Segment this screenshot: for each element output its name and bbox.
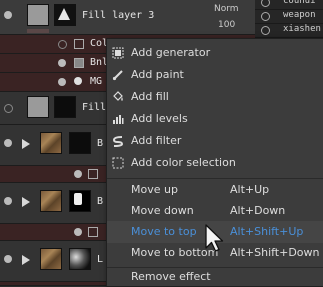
menu-item-label: Add fill <box>131 90 169 103</box>
layer-thumbnail <box>40 132 62 154</box>
menu-item-add-filter[interactable]: Add filter <box>107 130 323 152</box>
visibility-eye-icon[interactable] <box>4 104 13 113</box>
layer-mask-thumbnail[interactable] <box>54 96 76 118</box>
mouse-cursor-icon <box>205 224 224 252</box>
layer-mask-thumbnail[interactable] <box>69 248 91 270</box>
menu-item-add-fill[interactable]: Add fill <box>107 86 323 108</box>
menu-item-label: Add generator <box>131 46 211 59</box>
layer-name: L <box>97 254 104 265</box>
effect-visibility-icon[interactable] <box>74 170 82 178</box>
folder-expand-icon[interactable] <box>22 255 30 265</box>
layer-thumbnail <box>40 248 62 270</box>
folder-expand-icon[interactable] <box>22 139 30 149</box>
menu-item-label: Move to top <box>131 225 197 238</box>
opacity-value[interactable]: 100 <box>218 20 235 30</box>
menu-item-label: Add filter <box>131 134 182 147</box>
channel-radio-icon[interactable] <box>261 0 270 7</box>
menu-item-move-up[interactable]: Move up Alt+Up <box>107 179 323 201</box>
effect-thumbnail <box>74 58 84 68</box>
layer-mask-thumbnail[interactable] <box>54 4 76 26</box>
layer-mask-thumbnail[interactable] <box>69 190 91 212</box>
layer-thumbnail <box>27 96 49 118</box>
visibility-eye-icon[interactable] <box>4 11 12 19</box>
menu-item-shortcut: Alt+Shift+Up <box>230 225 304 238</box>
menu-item-add-paint[interactable]: Add paint <box>107 64 323 86</box>
menu-item-add-color-selection[interactable]: Add color selection <box>107 152 323 174</box>
effect-thumbnail <box>74 77 82 85</box>
menu-item-move-down[interactable]: Move down Alt+Down <box>107 200 323 222</box>
menu-item-label: Add color selection <box>131 156 236 169</box>
color-selection-icon <box>112 157 124 169</box>
visibility-eye-icon[interactable] <box>4 255 12 263</box>
bucket-icon <box>113 91 123 101</box>
layer-name: B <box>97 138 104 149</box>
effect-visibility-icon[interactable] <box>58 59 66 67</box>
effect-visibility-icon[interactable] <box>58 40 67 49</box>
effect-thumbnail <box>88 169 98 179</box>
menu-item-shortcut: Alt+Up <box>230 183 270 196</box>
menu-item-label: Add paint <box>131 68 184 81</box>
menu-item-label: Add levels <box>131 112 188 125</box>
layer-name: Fill layer 3 <box>82 10 155 21</box>
channel-row[interactable]: xiashen <box>255 24 323 38</box>
menu-item-label: Move down <box>131 204 194 217</box>
channel-label: xiashen <box>283 24 321 34</box>
menu-item-label: Move up <box>131 183 178 196</box>
brush-icon <box>112 70 123 81</box>
visibility-eye-icon[interactable] <box>4 139 12 147</box>
levels-icon <box>113 115 124 124</box>
menu-item-shortcut: Alt+Shift+Down <box>230 246 320 259</box>
channel-row[interactable]: weapon <box>255 10 323 24</box>
layer-thumbnail <box>27 4 49 26</box>
effect-visibility-icon[interactable] <box>58 78 66 86</box>
filter-icon <box>112 136 124 147</box>
layer-color-bar <box>27 29 49 33</box>
menu-item-label: Remove effect <box>131 270 211 283</box>
blend-mode[interactable]: Norm <box>214 4 239 14</box>
layer-thumbnail <box>40 190 62 212</box>
channel-label: counui <box>283 0 316 6</box>
channel-row[interactable]: counui <box>255 0 323 10</box>
menu-item-add-generator[interactable]: Add generator <box>107 42 323 64</box>
effect-thumbnail <box>74 39 84 49</box>
layer-name: B <box>97 196 104 207</box>
layer-row-fill-layer-3[interactable]: Fill layer 3 Norm 100 <box>0 0 255 35</box>
menu-item-remove-effect[interactable]: Remove effect <box>107 268 323 286</box>
layer-mask-thumbnail[interactable] <box>69 132 91 154</box>
channel-label: weapon <box>283 10 316 20</box>
layer-name: Fill <box>82 102 107 113</box>
effect-name: MG <box>90 76 103 87</box>
visibility-eye-icon[interactable] <box>4 197 12 205</box>
menu-item-add-levels[interactable]: Add levels <box>107 108 323 130</box>
effect-visibility-icon[interactable] <box>74 228 82 236</box>
menu-item-shortcut: Alt+Down <box>230 204 286 217</box>
channel-list: counui weapon xiashen <box>255 0 323 40</box>
channel-radio-icon[interactable] <box>261 26 270 35</box>
channel-radio-icon[interactable] <box>261 12 270 21</box>
effect-thumbnail <box>88 227 98 237</box>
generator-icon <box>112 47 124 59</box>
folder-expand-icon[interactable] <box>22 197 30 207</box>
